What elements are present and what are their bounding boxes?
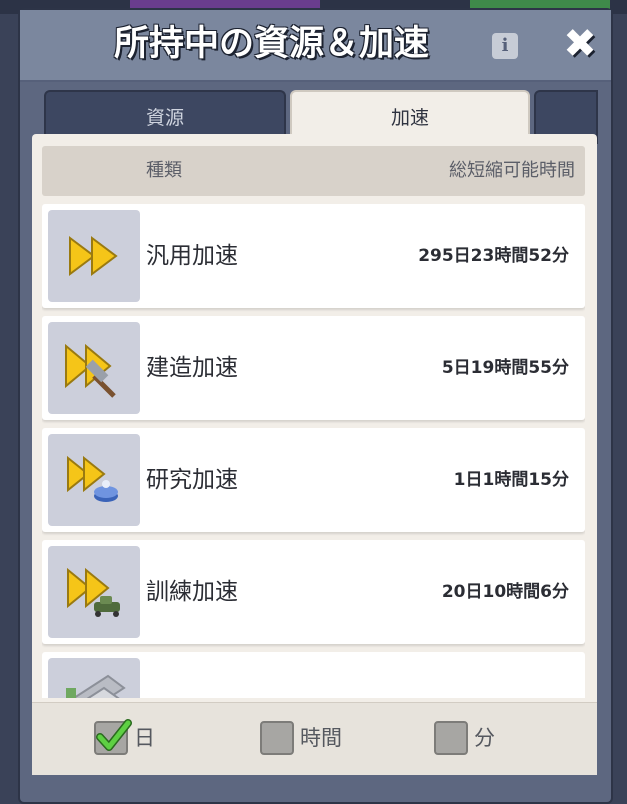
filter-day-label: 日 xyxy=(134,726,155,750)
unit-filter-bar: 日 時間 分 xyxy=(32,702,597,775)
filter-minute[interactable]: 分 xyxy=(434,721,534,755)
header-total-time: 総短縮可能時間 xyxy=(449,160,575,181)
hour-checkbox[interactable] xyxy=(260,721,294,755)
info-icon[interactable]: i xyxy=(492,33,518,59)
item-label: 研究加速 xyxy=(146,467,238,493)
speedup-panel: 種類 総短縮可能時間 汎用加速 295日23時間52分 建造加速 5日19時間5… xyxy=(32,134,597,775)
research-speedup-icon xyxy=(48,434,140,526)
speedup-icon xyxy=(48,210,140,302)
speedup-list[interactable]: 汎用加速 295日23時間52分 建造加速 5日19時間55分 研究加速 1日1… xyxy=(42,204,585,698)
item-value: 295日23時間52分 xyxy=(418,246,569,266)
item-value: 20日10時間6分 xyxy=(441,582,569,602)
filter-hour[interactable]: 時間 xyxy=(260,721,380,755)
item-value: 5日19時間55分 xyxy=(441,358,569,378)
list-item[interactable] xyxy=(42,652,585,698)
tab-resources-label: 資源 xyxy=(145,107,184,129)
list-header: 種類 総短縮可能時間 xyxy=(42,146,585,196)
list-item[interactable]: 汎用加速 295日23時間52分 xyxy=(42,204,585,308)
list-item[interactable]: 研究加速 1日1時間15分 xyxy=(42,428,585,532)
day-checkbox[interactable] xyxy=(94,719,132,755)
resources-dialog: 所持中の資源＆加速 i ✖ 資源 加速 種類 総短縮可能時間 汎用加速 295日… xyxy=(18,8,613,804)
filter-minute-label: 分 xyxy=(474,726,495,750)
filter-hour-label: 時間 xyxy=(300,726,342,750)
list-item[interactable]: 訓練加速 20日10時間6分 xyxy=(42,540,585,644)
list-item[interactable]: 建造加速 5日19時間55分 xyxy=(42,316,585,420)
checkmark-icon xyxy=(96,719,132,751)
partially-hidden-item-icon xyxy=(48,658,140,698)
item-label: 汎用加速 xyxy=(146,243,238,269)
filter-day[interactable]: 日 xyxy=(94,719,194,755)
building-speedup-icon xyxy=(48,322,140,414)
dialog-title-bar: 所持中の資源＆加速 i ✖ xyxy=(20,10,611,82)
header-type: 種類 xyxy=(146,160,182,181)
training-speedup-icon xyxy=(48,546,140,638)
item-label: 訓練加速 xyxy=(146,579,238,605)
dialog-title: 所持中の資源＆加速 xyxy=(114,24,430,64)
tab-speedups-label: 加速 xyxy=(390,107,429,129)
close-icon[interactable]: ✖ xyxy=(560,24,600,64)
minute-checkbox[interactable] xyxy=(434,721,468,755)
item-label: 建造加速 xyxy=(146,355,238,381)
item-value: 1日1時間15分 xyxy=(453,470,569,490)
